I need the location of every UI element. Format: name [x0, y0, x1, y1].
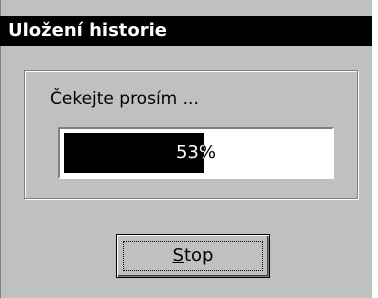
- stop-button-label: Stop: [117, 235, 269, 277]
- stop-button-mnemonic: S: [172, 245, 184, 266]
- progress-track: 53%: [64, 133, 328, 173]
- stop-button-label-rest: top: [183, 245, 214, 266]
- progress-percent-label: 53%: [175, 142, 216, 163]
- save-history-dialog: Uložení historie Čekejte prosím ... 53% …: [0, 0, 372, 298]
- title-bar[interactable]: Uložení historie: [0, 16, 372, 46]
- progress-bar: 53%: [58, 127, 334, 179]
- stop-button[interactable]: Stop: [116, 234, 270, 278]
- wait-message: Čekejte prosím ...: [50, 89, 199, 109]
- window-title: Uložení historie: [8, 20, 168, 41]
